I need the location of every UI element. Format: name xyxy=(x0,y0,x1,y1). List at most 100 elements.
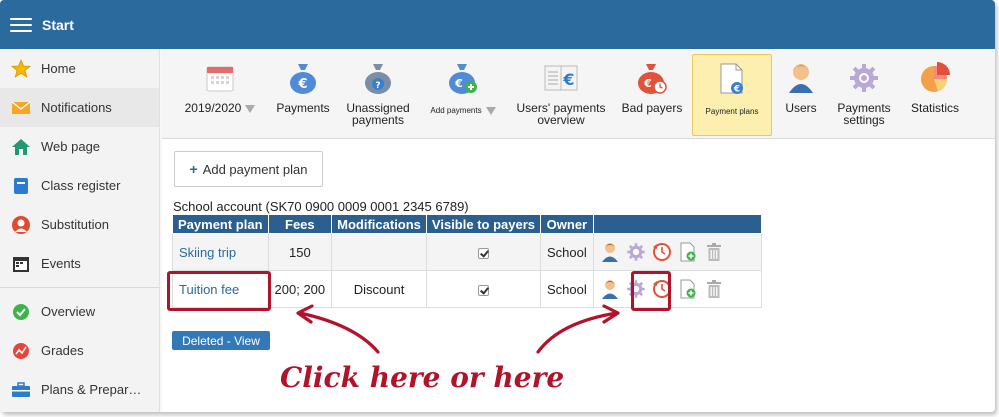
plan-owner: School xyxy=(540,233,594,271)
calendar-icon xyxy=(202,60,238,96)
sidebar-item-plans[interactable]: Plans & Prepar… xyxy=(0,370,159,409)
money-bag-euro-icon: € xyxy=(285,60,321,96)
dropdown-caret-icon xyxy=(485,106,496,115)
dropdown-caret-icon xyxy=(245,104,256,113)
grades-icon xyxy=(11,341,31,361)
add-payment-plan-button[interactable]: + Add payment plan xyxy=(174,151,323,187)
svg-text:€: € xyxy=(733,85,740,95)
column-header-modifications[interactable]: Modifications xyxy=(331,214,427,234)
main-area: 2019/2020 € Payments ? Unassigned paymen… xyxy=(162,49,995,412)
house-icon xyxy=(11,137,31,157)
column-header-visible[interactable]: Visible to payers xyxy=(425,214,542,234)
plus-icon: + xyxy=(189,161,198,177)
sidebar-item-substitution[interactable]: Substitution xyxy=(0,205,159,244)
payment-plans-table: Payment plan Fees Modifications Visible … xyxy=(172,214,762,308)
person-icon xyxy=(11,215,31,235)
visible-to-payers-checkbox[interactable] xyxy=(477,247,489,259)
sidebar-item-label: Home xyxy=(41,61,76,76)
calendar-icon xyxy=(11,254,31,274)
toolbar-payment-plans[interactable]: € Payment plans xyxy=(692,54,772,136)
toolbar-year-selector[interactable]: 2019/2020 xyxy=(172,54,268,136)
svg-text:€: € xyxy=(562,70,574,89)
plan-owner: School xyxy=(540,270,594,308)
sidebar-item-web-page[interactable]: Web page xyxy=(0,127,159,166)
trash-icon[interactable] xyxy=(704,242,724,262)
toolbar-label: Bad payers xyxy=(621,101,683,115)
toolbar-add-payments[interactable]: € Add payments xyxy=(418,54,508,136)
assign-user-icon[interactable] xyxy=(600,279,620,299)
sidebar-item-home[interactable]: Home xyxy=(0,49,159,88)
hamburger-menu-icon[interactable] xyxy=(10,17,32,32)
sidebar-item-label: Grades xyxy=(41,343,84,358)
sidebar-item-label: Web page xyxy=(41,139,101,154)
plan-name-link[interactable]: Tuition fee xyxy=(172,270,269,308)
school-account-label: School account (SK70 0900 0009 0001 2345… xyxy=(173,199,469,214)
plan-name-link[interactable]: Skiing trip xyxy=(172,233,269,271)
plan-fees: 150 xyxy=(267,233,333,271)
sidebar-item-label: Substitution xyxy=(41,217,109,232)
table-row: Skiing trip 150 School xyxy=(172,233,762,271)
ledger-euro-icon: € xyxy=(543,60,579,96)
deleted-view-button[interactable]: Deleted - View xyxy=(172,331,270,350)
gear-icon[interactable] xyxy=(626,279,646,299)
document-euro-icon: € xyxy=(714,61,750,97)
gear-icon xyxy=(846,60,882,96)
assign-user-icon[interactable] xyxy=(600,242,620,262)
trash-icon[interactable] xyxy=(704,279,724,299)
sidebar-item-grades[interactable]: Grades xyxy=(0,331,159,370)
toolbar-unassigned-payments[interactable]: ? Unassigned payments xyxy=(338,54,418,136)
toolbar-payments[interactable]: € Payments xyxy=(268,54,338,136)
sidebar: Home Notifications Web page Class regist… xyxy=(0,49,160,412)
briefcase-icon xyxy=(11,380,31,400)
app-title: Start xyxy=(42,16,74,33)
svg-text:€: € xyxy=(643,77,652,90)
toolbar-label: Users xyxy=(785,101,817,115)
visible-to-payers-checkbox[interactable] xyxy=(477,284,489,296)
envelope-icon xyxy=(11,98,31,118)
column-header-fees[interactable]: Fees xyxy=(267,214,333,234)
svg-text:€: € xyxy=(297,77,307,92)
column-header-owner[interactable]: Owner xyxy=(540,214,594,234)
table-header-row: Payment plan Fees Modifications Visible … xyxy=(172,214,762,234)
table-row: Tuition fee 200; 200 Discount School xyxy=(172,270,762,308)
money-bag-clock-icon: € xyxy=(634,60,670,96)
plan-fees: 200; 200 xyxy=(267,270,333,308)
history-clock-icon[interactable] xyxy=(652,279,672,299)
sidebar-item-events[interactable]: Events xyxy=(0,244,159,283)
sidebar-divider xyxy=(0,287,159,288)
row-actions xyxy=(600,242,755,262)
column-header-payment-plan[interactable]: Payment plan xyxy=(172,214,269,234)
sidebar-item-notifications[interactable]: Notifications xyxy=(0,88,159,127)
history-clock-icon[interactable] xyxy=(652,242,672,262)
gear-icon[interactable] xyxy=(626,242,646,262)
svg-text:€: € xyxy=(454,77,463,90)
sidebar-item-class-register[interactable]: Class register xyxy=(0,166,159,205)
toolbar-label: Statistics xyxy=(910,101,959,115)
money-bag-question-icon: ? xyxy=(360,60,396,96)
toolbar-label: Payment plans xyxy=(705,107,759,116)
plan-modifications: Discount xyxy=(331,270,427,308)
toolbar-label: Users' payments overview xyxy=(516,101,606,127)
column-header-actions xyxy=(592,214,762,234)
toolbar-bad-payers[interactable]: € Bad payers xyxy=(614,54,690,136)
app-window: Start Home Notifications Web page Class xyxy=(0,0,995,412)
check-circle-icon xyxy=(11,302,31,322)
toolbar-payments-settings[interactable]: Payments settings xyxy=(826,54,902,136)
svg-text:?: ? xyxy=(375,81,380,91)
toolbar-label: Unassigned payments xyxy=(346,101,410,127)
toolbar-users[interactable]: Users xyxy=(776,54,826,136)
star-icon xyxy=(11,58,31,79)
add-document-icon[interactable] xyxy=(678,242,698,262)
toolbar-users-payments-overview[interactable]: € Users' payments overview xyxy=(508,54,614,136)
toolbar-label: Payments settings xyxy=(837,101,891,127)
sidebar-item-label: Overview xyxy=(41,304,96,319)
money-bag-plus-icon: € xyxy=(445,60,481,96)
sidebar-item-label: Events xyxy=(41,256,81,271)
sidebar-item-overview[interactable]: Overview xyxy=(0,292,159,331)
book-icon xyxy=(11,176,31,196)
sidebar-item-label: Notifications xyxy=(41,100,112,115)
toolbar-label: Payments xyxy=(276,101,330,115)
toolbar-statistics[interactable]: Statistics xyxy=(902,54,968,136)
add-document-icon[interactable] xyxy=(678,279,698,299)
toolbar-label: 2019/2020 xyxy=(184,101,242,115)
